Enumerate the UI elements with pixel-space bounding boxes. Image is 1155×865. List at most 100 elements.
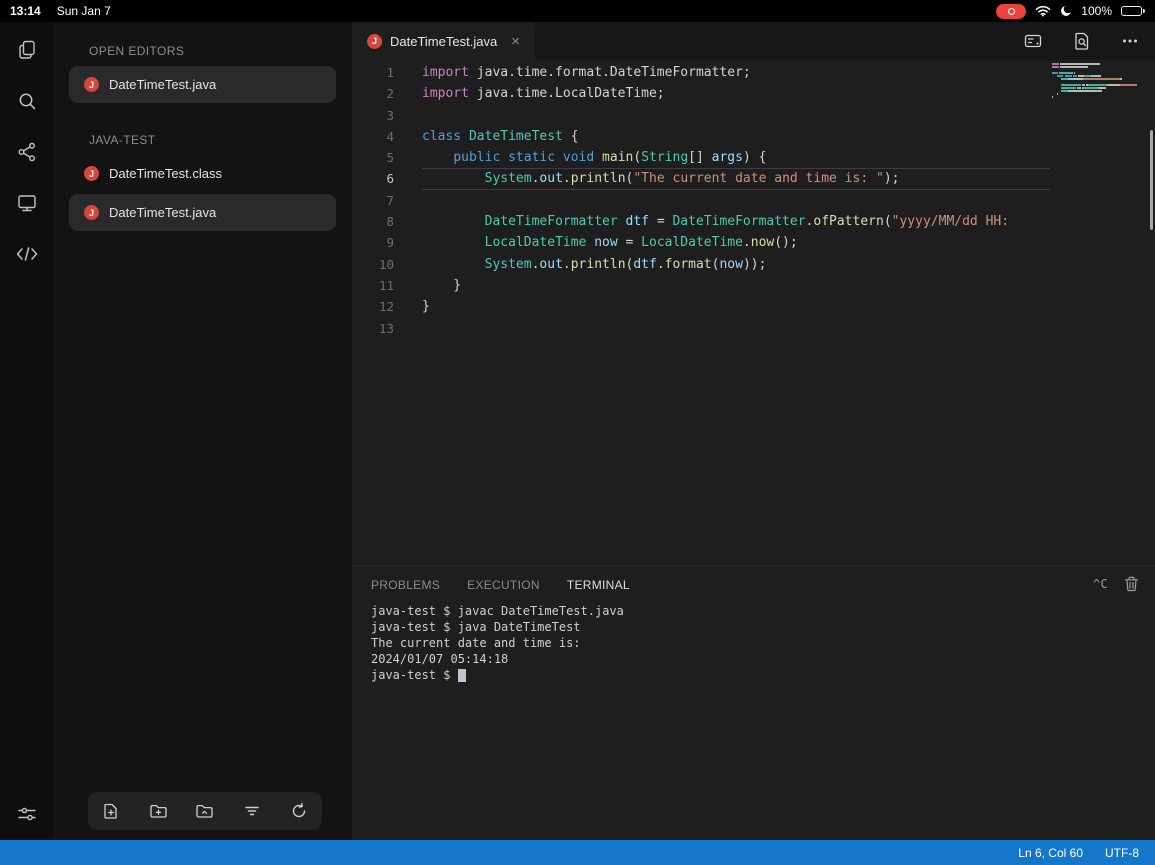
editor-actions xyxy=(1023,22,1139,60)
terminal-line: 2024/01/07 05:14:18 xyxy=(371,651,1155,667)
code-text: System.out.println(dtf.format(now)); xyxy=(422,254,1050,275)
line-number: 10 xyxy=(352,254,394,275)
code-line[interactable]: 6 System.out.println("The current date a… xyxy=(352,168,1050,189)
open-editors-header[interactable]: OPEN EDITORS xyxy=(89,44,336,58)
file-item-datetimetest-java[interactable]: J DateTimeTest.java xyxy=(69,194,336,231)
code-line[interactable]: 10 System.out.println(dtf.format(now)); xyxy=(352,254,1050,275)
line-number: 4 xyxy=(352,126,394,147)
open-folder-icon[interactable] xyxy=(194,800,216,822)
editor-layout-icon[interactable] xyxy=(1023,31,1043,51)
code-line[interactable]: 7 xyxy=(352,190,1050,211)
terminal-line: java-test $ java DateTimeTest xyxy=(371,619,1155,635)
minimap-line xyxy=(1052,90,1140,92)
trash-icon[interactable] xyxy=(1124,576,1139,592)
line-number: 3 xyxy=(352,105,394,126)
monitor-icon[interactable] xyxy=(15,191,39,215)
activity-bar xyxy=(0,22,53,840)
wifi-icon xyxy=(1035,5,1051,17)
minimap-line xyxy=(1052,66,1140,68)
code-text: public static void main(String[] args) { xyxy=(422,147,1050,168)
line-number: 11 xyxy=(352,275,394,296)
java-file-icon: J xyxy=(84,166,99,181)
connections-icon[interactable] xyxy=(15,140,39,164)
code-text: } xyxy=(422,275,1050,296)
terminal[interactable]: java-test $ javac DateTimeTest.javajava-… xyxy=(352,596,1155,840)
system-status-bar: 13:14 Sun Jan 7 100% xyxy=(0,0,1155,22)
code-icon[interactable] xyxy=(15,242,39,266)
terminal-line: java-test $ javac DateTimeTest.java xyxy=(371,603,1155,619)
panel-tabs: PROBLEMS EXECUTION TERMINAL ^C xyxy=(352,566,1155,596)
minimap-line xyxy=(1052,81,1140,83)
minimap-line xyxy=(1052,72,1140,74)
refresh-icon[interactable] xyxy=(288,800,310,822)
code-line[interactable]: 9 LocalDateTime now = LocalDateTime.now(… xyxy=(352,232,1050,253)
terminal-prompt-line: java-test $ xyxy=(371,667,1155,683)
bottom-panel: PROBLEMS EXECUTION TERMINAL ^C java-test… xyxy=(352,565,1155,840)
tab-label: DateTimeTest.java xyxy=(390,34,497,49)
tab-problems[interactable]: PROBLEMS xyxy=(371,578,440,592)
editor-scrollbar[interactable] xyxy=(1150,130,1153,230)
terminal-prompt: java-test $ xyxy=(371,668,458,682)
new-folder-icon[interactable] xyxy=(147,800,169,822)
tab-terminal[interactable]: TERMINAL xyxy=(567,578,630,592)
minimap-line xyxy=(1052,96,1140,98)
search-in-file-icon[interactable] xyxy=(1073,31,1091,51)
file-item-datetimetest-class[interactable]: J DateTimeTest.class xyxy=(69,155,336,192)
line-number: 2 xyxy=(352,83,394,104)
minimap-line xyxy=(1052,69,1140,71)
more-actions-icon[interactable] xyxy=(1121,32,1139,50)
code-line[interactable]: 3 xyxy=(352,105,1050,126)
code-text xyxy=(422,190,1050,211)
code-line[interactable]: 8 DateTimeFormatter dtf = DateTimeFormat… xyxy=(352,211,1050,232)
code-line[interactable]: 13 xyxy=(352,318,1050,339)
code-line[interactable]: 1 import java.time.format.DateTimeFormatt… xyxy=(352,62,1050,83)
minimap-line xyxy=(1052,93,1140,95)
sidebar: OPEN EDITORS J DateTimeTest.java JAVA-TE… xyxy=(53,22,352,840)
line-number: 5 xyxy=(352,147,394,168)
battery-icon xyxy=(1121,6,1145,17)
file-label: DateTimeTest.java xyxy=(109,205,216,220)
explorer-icon[interactable] xyxy=(15,38,39,62)
workspace-header[interactable]: JAVA-TEST xyxy=(89,133,336,147)
java-file-icon: J xyxy=(84,205,99,220)
code-text: import java.time.format.DateTimeFormatte… xyxy=(422,62,1050,83)
code-text xyxy=(422,105,1050,126)
open-editor-item-datetimetest-java[interactable]: J DateTimeTest.java xyxy=(69,66,336,103)
moon-focus-icon xyxy=(1060,5,1072,17)
code-text: class DateTimeTest { xyxy=(422,126,1050,147)
filter-icon[interactable] xyxy=(241,800,263,822)
code-text: LocalDateTime now = LocalDateTime.now(); xyxy=(422,232,1050,253)
minimap-line xyxy=(1052,78,1140,80)
editor-column: J DateTimeTest.java × xyxy=(352,22,1155,840)
line-number: 8 xyxy=(352,211,394,232)
code-text: import java.time.LocalDateTime; xyxy=(422,83,1050,104)
encoding-indicator[interactable]: UTF-8 xyxy=(1105,846,1139,860)
code-line[interactable]: 5 public static void main(String[] args)… xyxy=(352,147,1050,168)
code-line[interactable]: 12} xyxy=(352,296,1050,317)
code-area[interactable]: 1 import java.time.format.DateTimeFormatt… xyxy=(352,60,1050,565)
minimap-line xyxy=(1052,87,1140,89)
editor-tab-datetimetest-java[interactable]: J DateTimeTest.java × xyxy=(352,22,535,60)
interrupt-button[interactable]: ^C xyxy=(1093,577,1108,591)
tab-execution[interactable]: EXECUTION xyxy=(467,578,540,592)
settings-sliders-icon[interactable] xyxy=(15,802,39,826)
tab-bar: J DateTimeTest.java × xyxy=(352,22,1155,60)
status-bar: Ln 6, Col 60 UTF-8 xyxy=(0,840,1155,865)
code-line[interactable]: 4 class DateTimeTest { xyxy=(352,126,1050,147)
new-file-icon[interactable] xyxy=(100,800,122,822)
code-text: } xyxy=(422,296,1050,317)
line-number: 7 xyxy=(352,190,394,211)
record-icon xyxy=(1008,8,1015,15)
cursor-position[interactable]: Ln 6, Col 60 xyxy=(1018,846,1083,860)
screen-recording-indicator[interactable] xyxy=(996,4,1026,19)
search-icon[interactable] xyxy=(15,89,39,113)
java-file-icon: J xyxy=(367,34,382,49)
code-line[interactable]: 11 } xyxy=(352,275,1050,296)
code-text: System.out.println("The current date and… xyxy=(422,168,1050,189)
minimap-column xyxy=(1050,60,1155,565)
close-tab-icon[interactable]: × xyxy=(511,33,520,50)
code-line[interactable]: 2 import java.time.LocalDateTime; xyxy=(352,83,1050,104)
line-number: 1 xyxy=(352,62,394,83)
minimap[interactable] xyxy=(1052,63,1140,102)
code-text: DateTimeFormatter dtf = DateTimeFormatte… xyxy=(422,211,1050,232)
